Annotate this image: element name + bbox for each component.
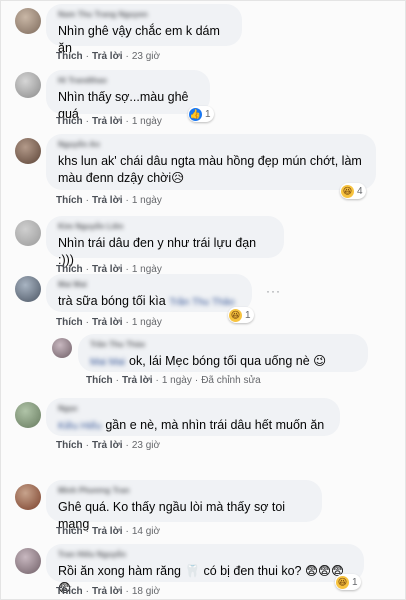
comment-text: trà sữa bóng tối kìa Trần Thu Thảo (58, 293, 240, 311)
like-button[interactable]: Thích (86, 375, 113, 386)
mention-link[interactable]: Mai Mai (90, 354, 125, 371)
reaction-count: 1 (352, 576, 358, 588)
avatar[interactable] (15, 276, 41, 302)
comment-actions: Thích · Trả lời · 1 ngày · Đã chỉnh sửa (86, 375, 261, 386)
comment-actions: Thích · Trả lời · 14 giờ (56, 526, 161, 537)
reaction-summary[interactable]: 😆 1 (335, 574, 361, 590)
comment-time[interactable]: 23 giờ (132, 440, 160, 451)
reaction-summary[interactable]: 😆 4 (340, 183, 366, 199)
avatar[interactable] (15, 402, 41, 428)
comment-author[interactable]: Ngọc (58, 404, 328, 414)
like-button[interactable]: Thích (56, 586, 83, 597)
avatar[interactable] (15, 8, 41, 34)
comment-actions: Thích · Trả lời · 18 giờ (56, 586, 161, 597)
comment-text: khs lun ak' chái dâu ngta màu hồng đẹp m… (58, 154, 362, 185)
like-button[interactable]: Thích (56, 317, 83, 328)
mention-link[interactable]: Kiều Hiếu (58, 418, 101, 435)
haha-icon: 😆 (341, 184, 354, 198)
comment-author[interactable]: Kim Nguyễn Liên (58, 222, 272, 232)
reply-button[interactable]: Trả lời (92, 116, 122, 127)
reply-button[interactable]: Trả lời (92, 440, 122, 451)
haha-icon: 😆 (336, 575, 349, 589)
avatar[interactable] (15, 484, 41, 510)
comment-actions: Thích · Trả lời · 1 ngày (56, 317, 162, 328)
comment-time[interactable]: 18 giờ (132, 586, 160, 597)
comment-text: Mai Mai ok, lái Mẹc bóng tối qua uống nè … (90, 353, 356, 371)
comment-time[interactable]: 1 ngày (132, 195, 162, 206)
comment-thread: Nam Thu Trang Nguyen Nhìn ghê vậy chắc e… (0, 0, 406, 600)
comment-bubble: Ngọc Kiều Hiếu gần e nè, mà nhìn trái dâu… (46, 398, 340, 436)
reaction-count: 1 (245, 309, 251, 321)
comment-time[interactable]: 23 giờ (132, 51, 160, 62)
avatar[interactable] (15, 220, 41, 246)
comment-actions: Thích · Trả lời · 23 giờ (56, 440, 161, 451)
haha-icon: 😆 (229, 308, 242, 322)
comment-actions: Thích · Trả lời · 23 giờ (56, 51, 161, 62)
comment-bubble: Nam Thu Trang Nguyen Nhìn ghê vậy chắc e… (46, 4, 242, 55)
like-button[interactable]: Thích (56, 51, 83, 62)
comment-bubble: Tran Hiếu Nguyễn Rồi ăn xong hàm răng 🦷 … (46, 544, 364, 595)
like-button[interactable]: Thích (56, 116, 83, 127)
comment-time[interactable]: 14 giờ (132, 526, 160, 537)
comment-author[interactable]: Nam Thu Trang Nguyen (58, 10, 230, 20)
comment-author[interactable]: Mai Mai (58, 280, 240, 290)
comment-bubble: Nguyễn An khs lun ak' chái dâu ngta màu … (46, 134, 376, 190)
reply-button[interactable]: Trả lời (92, 195, 122, 206)
reply-button[interactable]: Trả lời (92, 586, 122, 597)
more-options-icon[interactable]: ··· (266, 284, 281, 298)
like-icon: 👍 (189, 107, 202, 121)
comment-actions: Thích · Trả lời · 1 ngày (56, 195, 162, 206)
avatar[interactable] (15, 138, 41, 164)
comment-author[interactable]: Nguyễn An (58, 140, 364, 150)
reaction-summary[interactable]: 👍 1 (188, 106, 214, 122)
comment-bubble: Trần Thu Thảo Mai Mai ok, lái Mẹc bóng tố… (78, 334, 368, 372)
reply-button[interactable]: Trả lời (92, 526, 122, 537)
comment-author[interactable]: Hi Trandthao (58, 76, 198, 86)
comment-time[interactable]: 1 ngày (132, 317, 162, 328)
reply-button[interactable]: Trả lời (92, 317, 122, 328)
comment-bubble: Kim Nguyễn Liên Nhìn trái dâu đen y như … (46, 216, 284, 267)
reaction-count: 1 (205, 108, 211, 120)
comment-bubble: Hi Trandthao Nhìn thấy sợ...màu ghê quá (46, 70, 210, 121)
reply-button[interactable]: Trả lời (122, 375, 152, 386)
comment-text: Kiều Hiếu gần e nè, mà nhìn trái dâu hết … (58, 417, 328, 435)
like-button[interactable]: Thích (56, 440, 83, 451)
avatar[interactable] (15, 72, 41, 98)
comment-time[interactable]: 1 ngày (132, 116, 162, 127)
like-button[interactable]: Thích (56, 195, 83, 206)
comment-author[interactable]: Minh Phương Tran (58, 486, 310, 496)
avatar[interactable] (52, 338, 72, 358)
comment-author[interactable]: Tran Hiếu Nguyễn (58, 550, 352, 560)
reaction-count: 4 (357, 185, 363, 197)
comment-bubble: Mai Mai trà sữa bóng tối kìa Trần Thu Th… (46, 274, 252, 312)
comment-author[interactable]: Trần Thu Thảo (90, 340, 356, 350)
mention-link[interactable]: Trần Thu Thảo (169, 294, 234, 311)
comment-time[interactable]: 1 ngày (162, 375, 192, 386)
comment-actions: Thích · Trả lời · 1 ngày (56, 116, 162, 127)
reply-button[interactable]: Trả lời (92, 51, 122, 62)
like-button[interactable]: Thích (56, 526, 83, 537)
avatar[interactable] (15, 548, 41, 574)
reaction-summary[interactable]: 😆 1 (228, 307, 254, 323)
comment-bubble: Minh Phương Tran Ghê quá. Ko thấy ngầu l… (46, 480, 322, 531)
edited-label: Đã chỉnh sửa (201, 375, 261, 386)
